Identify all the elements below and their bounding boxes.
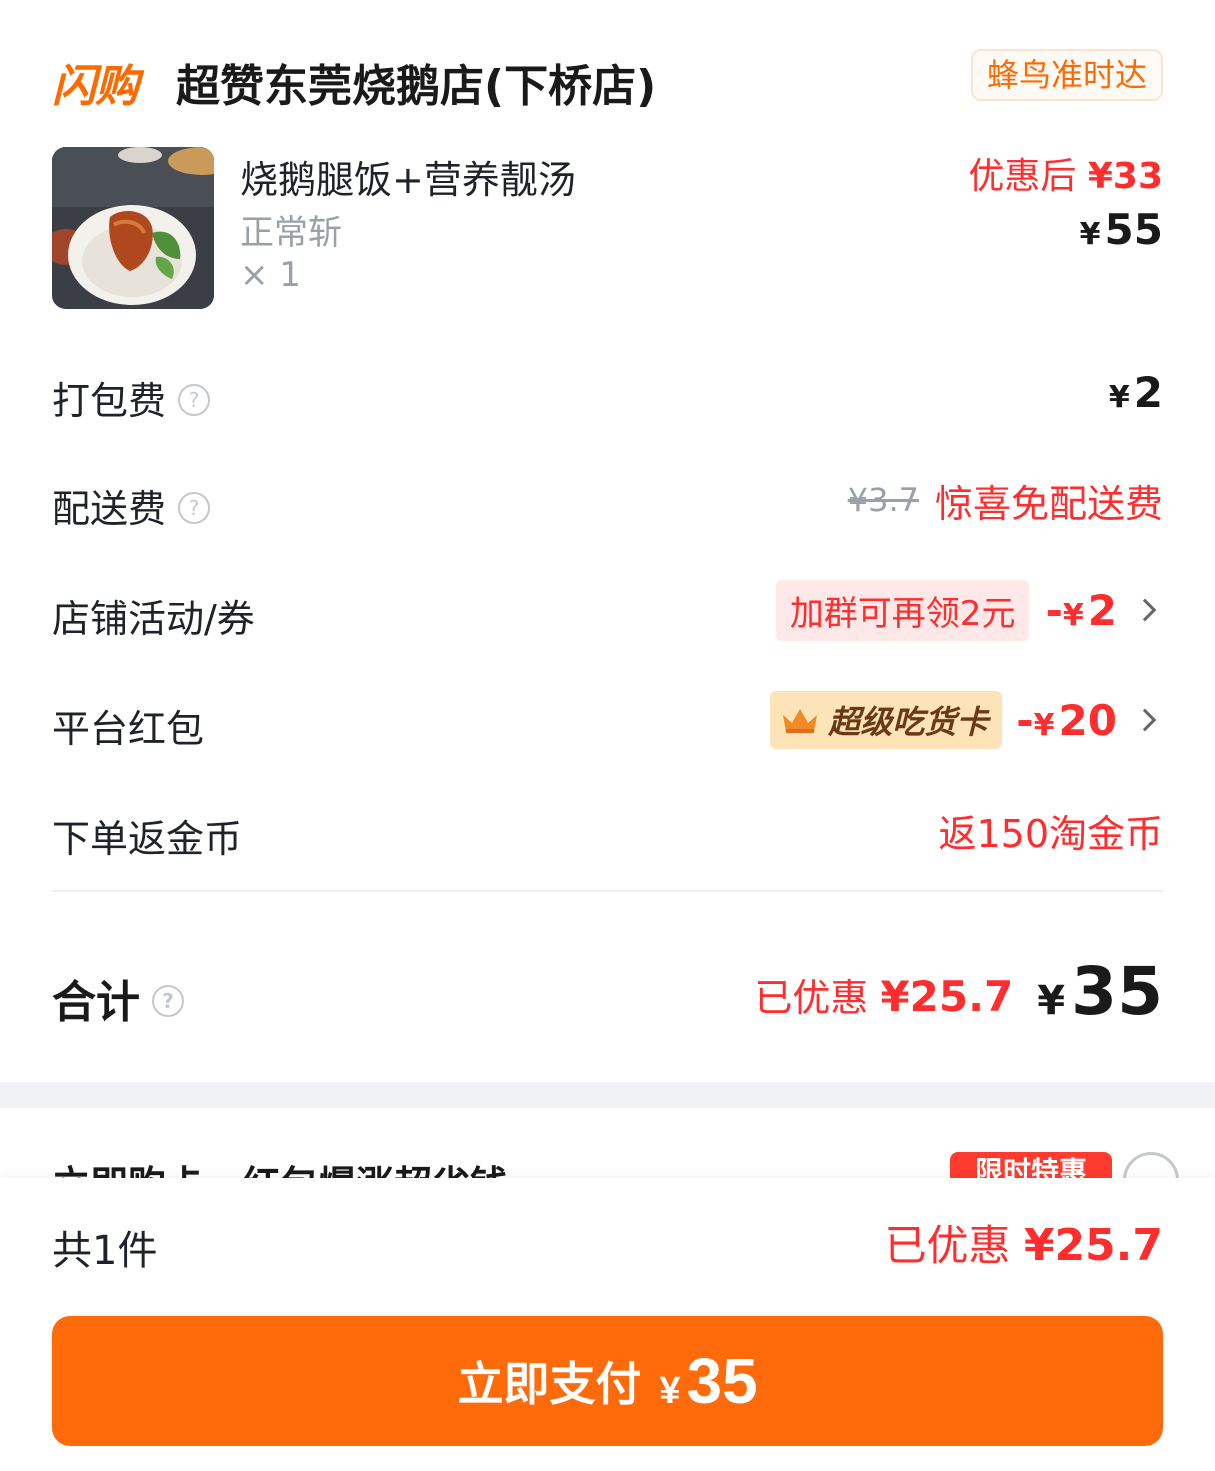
packing-fee-amount: 2 bbox=[1133, 367, 1163, 417]
coin-reward-value-wrap: 返150淘金币 bbox=[938, 800, 1163, 860]
item-price-currency: ¥ bbox=[1079, 217, 1101, 252]
shop-name[interactable]: 超赞东莞烧鹅店(下桥店) bbox=[176, 50, 656, 114]
item-after-amount: 33 bbox=[1112, 156, 1163, 197]
pay-currency: ¥ bbox=[659, 1370, 681, 1412]
shop-coupon-sign: - bbox=[1045, 585, 1063, 635]
item-count: 共1件 bbox=[52, 1228, 158, 1274]
packing-fee-label: 打包费 bbox=[52, 379, 167, 423]
coin-reward-row: 下单返金币 返150淘金币 bbox=[52, 800, 1163, 862]
pay-amount: ¥35 bbox=[659, 1344, 757, 1418]
checkout-bar: 共1件 已优惠 ¥25.7 立即支付 ¥35 bbox=[0, 1178, 1215, 1471]
platform-redpacket-value: 超级吃货卡 -¥20 bbox=[770, 690, 1163, 750]
delivery-fee-label: 配送费 bbox=[52, 487, 167, 531]
shop-coupon-currency: ¥ bbox=[1062, 597, 1084, 633]
pay-amount-value: 35 bbox=[686, 1345, 758, 1417]
pay-label: 立即支付 bbox=[457, 1358, 642, 1410]
shop-coupon-row[interactable]: 店铺活动/券 加群可再领2元 -¥2 bbox=[52, 579, 1163, 641]
total-saved-currency: ¥ bbox=[880, 972, 910, 1021]
shop-coupon-value: 加群可再领2元 -¥2 bbox=[775, 579, 1163, 641]
platform-redpacket-sign: - bbox=[1016, 695, 1034, 745]
grand-total-currency: ¥ bbox=[1037, 978, 1066, 1024]
total-label: 合计 bbox=[52, 977, 140, 1028]
shop-coupon-tag[interactable]: 加群可再领2元 bbox=[775, 579, 1030, 641]
shop-coupon-discount: -¥2 bbox=[1045, 586, 1117, 635]
checkout-page: 闪购 超赞东莞烧鹅店(下桥店) 蜂鸟准时达 烧鹅腿饭+营养靓汤 正常斩 × 1 … bbox=[0, 0, 1215, 1471]
promo-radio[interactable] bbox=[1123, 1152, 1179, 1178]
bottom-saved-currency: ¥ bbox=[1023, 1220, 1055, 1271]
divider bbox=[52, 890, 1163, 892]
help-icon[interactable]: ? bbox=[178, 383, 211, 416]
chevron-right-icon[interactable] bbox=[1133, 598, 1157, 622]
platform-redpacket-row[interactable]: 平台红包 超级吃货卡 -¥20 bbox=[52, 690, 1163, 751]
item-after-currency: ¥ bbox=[1087, 156, 1113, 197]
item-name[interactable]: 烧鹅腿饭+营养靓汤 bbox=[240, 149, 576, 204]
bottom-saved-label: 已优惠 bbox=[884, 1221, 1011, 1270]
platform-redpacket-amount: 20 bbox=[1058, 695, 1117, 745]
shop-coupon-amount: 2 bbox=[1087, 585, 1117, 635]
packing-fee-row: 打包费? ¥2 bbox=[52, 362, 1163, 425]
delivery-fee-original: ¥3.7 bbox=[847, 481, 919, 519]
item-price-amount: 55 bbox=[1104, 205, 1163, 254]
packing-fee-value: ¥2 bbox=[1109, 362, 1163, 422]
platform-redpacket-discount: -¥20 bbox=[1016, 696, 1117, 745]
item-original-price: ¥55 bbox=[1080, 205, 1163, 254]
section-gap bbox=[0, 1082, 1215, 1108]
packing-fee-currency: ¥ bbox=[1108, 379, 1130, 415]
shop-coupon-label: 店铺活动/券 bbox=[52, 597, 255, 641]
grand-total: ¥35 bbox=[1037, 953, 1163, 1030]
bottom-saved-amount: 25.7 bbox=[1054, 1220, 1163, 1271]
delivery-fee-promo: 惊喜免配送费 bbox=[934, 481, 1163, 526]
platform-redpacket-currency: ¥ bbox=[1033, 707, 1055, 743]
item-thumbnail[interactable] bbox=[52, 147, 214, 309]
platform-redpacket-label: 平台红包 bbox=[52, 707, 205, 751]
help-icon[interactable]: ? bbox=[178, 491, 211, 524]
total-saved-amount: 25.7 bbox=[909, 972, 1014, 1021]
promo-text: 立即购卡，红包爆涨超省钱 bbox=[52, 1154, 508, 1178]
bottom-saved: 已优惠 ¥25.7 bbox=[884, 1212, 1163, 1273]
total-label-wrap: 合计? bbox=[52, 966, 184, 1030]
chevron-right-icon[interactable] bbox=[1133, 708, 1157, 732]
item-spec: 正常斩 bbox=[240, 213, 342, 253]
item-after-label: 优惠后 bbox=[968, 156, 1077, 197]
delivery-fee-value: ¥3.7 惊喜免配送费 bbox=[848, 470, 1163, 530]
crown-icon bbox=[783, 709, 818, 733]
cart-item: 烧鹅腿饭+营养靓汤 正常斩 × 1 优惠后 ¥33 ¥55 bbox=[52, 147, 1163, 309]
total-row: 合计? 已优惠 ¥25.7 ¥35 bbox=[52, 930, 1163, 1030]
delivery-fee-row: 配送费? ¥3.7 惊喜免配送费 bbox=[52, 470, 1163, 533]
item-discounted-price: 优惠后 ¥33 bbox=[968, 147, 1163, 199]
help-icon[interactable]: ? bbox=[152, 985, 184, 1017]
vip-card-tag[interactable]: 超级吃货卡 bbox=[770, 691, 1003, 749]
item-quantity: × 1 bbox=[240, 255, 301, 295]
total-saved-label: 已优惠 bbox=[754, 976, 869, 1020]
pay-now-button[interactable]: 立即支付 ¥35 bbox=[52, 1316, 1163, 1446]
coin-reward-value: 返150淘金币 bbox=[938, 811, 1163, 856]
vip-card-label: 超级吃货卡 bbox=[828, 703, 989, 741]
coin-reward-label: 下单返金币 bbox=[52, 817, 243, 861]
order-card: 闪购 超赞东莞烧鹅店(下桥店) 蜂鸟准时达 烧鹅腿饭+营养靓汤 正常斩 × 1 … bbox=[0, 0, 1215, 1082]
delivery-badge: 蜂鸟准时达 bbox=[970, 49, 1163, 101]
grand-total-amount: 35 bbox=[1071, 953, 1163, 1030]
promo-tag: 限时特惠 bbox=[950, 1152, 1112, 1178]
vip-promo-section[interactable]: 立即购卡，红包爆涨超省钱 限时特惠 bbox=[0, 1108, 1215, 1178]
brand-logo: 闪购 bbox=[52, 61, 139, 112]
shop-header: 闪购 超赞东莞烧鹅店(下桥店) 蜂鸟准时达 bbox=[52, 46, 1163, 112]
total-saved: 已优惠 ¥25.7 bbox=[754, 967, 1013, 1022]
delivery-fee-label-wrap: 配送费? bbox=[52, 478, 211, 533]
total-value: 已优惠 ¥25.7 ¥35 bbox=[754, 930, 1163, 1030]
packing-fee-label-wrap: 打包费? bbox=[52, 370, 211, 425]
